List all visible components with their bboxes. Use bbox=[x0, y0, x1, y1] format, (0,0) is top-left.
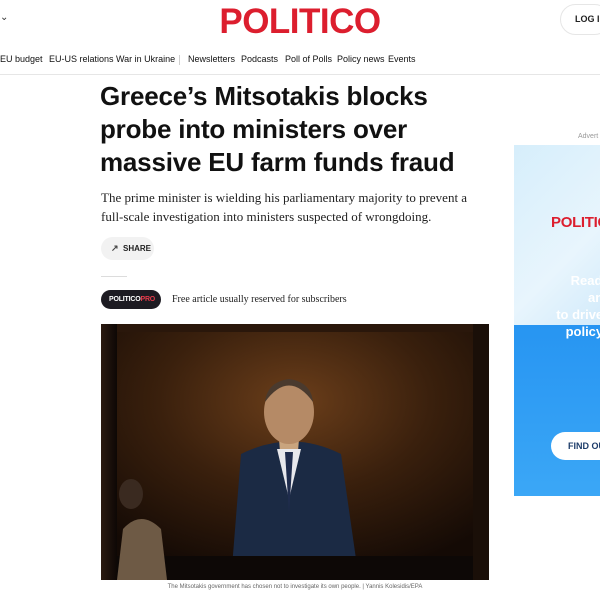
nav-item-eu-budget[interactable]: EU budget bbox=[0, 54, 43, 64]
share-label: SHARE bbox=[123, 244, 152, 253]
photo-illustration bbox=[101, 324, 489, 580]
article-headline: Greece’s Mitsotakis blocks probe into mi… bbox=[100, 81, 455, 177]
nav-item-eu-us-relations[interactable]: EU-US relations bbox=[49, 54, 114, 64]
nav-item-newsletters[interactable]: Newsletters bbox=[188, 54, 235, 64]
login-button[interactable]: LOG IN bbox=[560, 4, 600, 35]
share-icon: ↗ bbox=[111, 243, 119, 253]
nav-divider-line bbox=[0, 74, 600, 75]
nav-item-war-in-ukraine[interactable]: War in Ukraine bbox=[116, 54, 175, 64]
article-photo bbox=[101, 324, 489, 580]
nav-item-events[interactable]: Events bbox=[388, 54, 416, 64]
ad-find-out-button[interactable]: FIND OU bbox=[551, 432, 600, 460]
ad-bottom-panel bbox=[514, 325, 600, 496]
politico-pro-badge[interactable]: POLITICOPRO bbox=[101, 290, 161, 309]
ad-copy: Ready- anal to drive y policy c bbox=[556, 273, 600, 339]
photo-caption: The Mitsotakis government has chosen not… bbox=[167, 584, 423, 590]
nav-item-podcasts[interactable]: Podcasts bbox=[241, 54, 278, 64]
politico-logo[interactable]: POLITICO bbox=[0, 2, 600, 42]
nav-item-policy-news[interactable]: Policy news bbox=[337, 54, 385, 64]
nav-item-poll-of-polls[interactable]: Poll of Polls bbox=[285, 54, 332, 64]
ad-politico-logo: POLITIC bbox=[551, 214, 600, 231]
pro-badge-brand: POLITICO bbox=[109, 296, 141, 303]
pro-note: Free article usually reserved for subscr… bbox=[172, 294, 347, 305]
nav-divider bbox=[179, 55, 180, 65]
advertisement-label: Advert bbox=[578, 133, 599, 140]
article-dek: The prime minister is wielding his parli… bbox=[101, 190, 468, 224]
share-button[interactable]: ↗ SHARE bbox=[101, 237, 154, 260]
pro-badge-tier: PRO bbox=[140, 296, 156, 303]
divider bbox=[101, 276, 127, 277]
top-nav: EU budget EU-US relations War in Ukraine… bbox=[0, 50, 600, 70]
